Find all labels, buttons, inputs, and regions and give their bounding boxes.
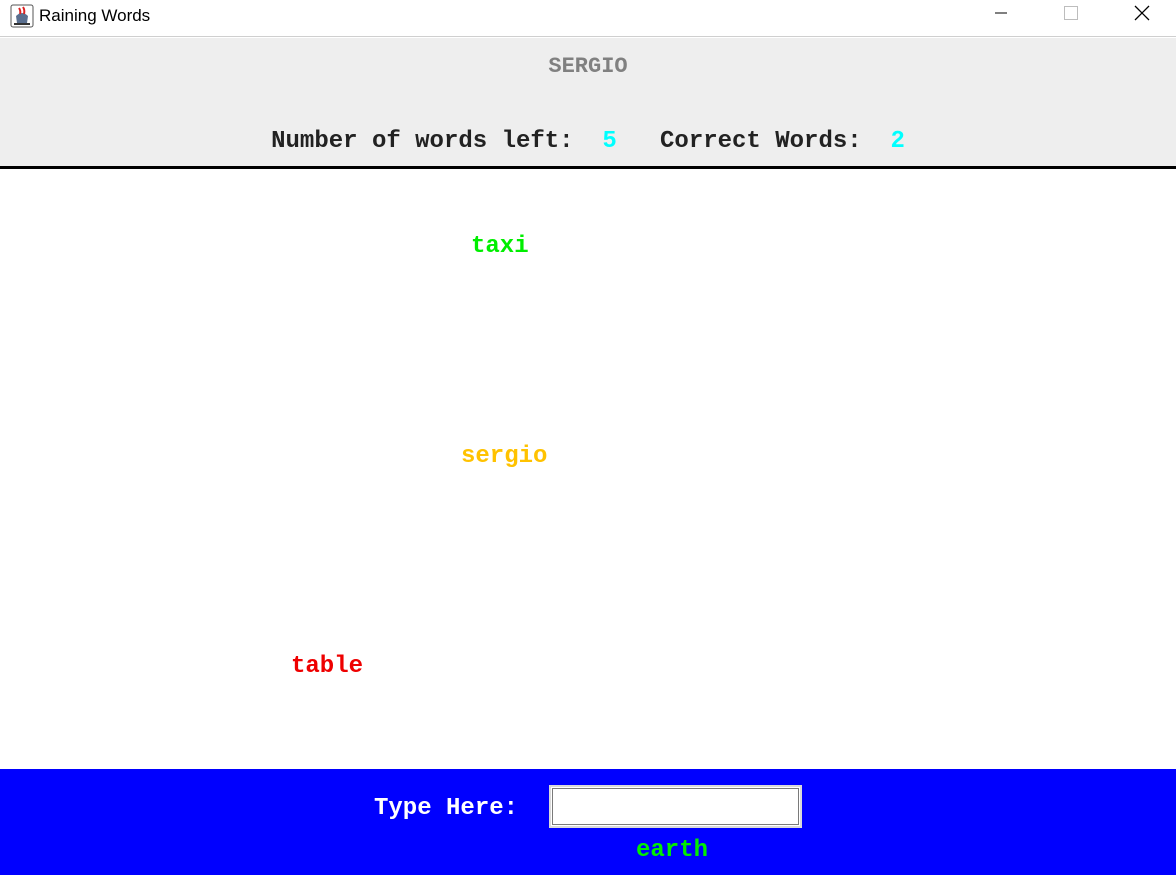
game-window: Raining Words SERGIO Number of words lef… [0, 0, 1176, 875]
score-header: SERGIO Number of words left: 5 Correct W… [0, 38, 1176, 169]
minimize-button[interactable] [978, 0, 1024, 30]
input-bar: Type Here: earth [0, 769, 1176, 875]
stats-line: Number of words left: 5 Correct Words: 2 [0, 127, 1176, 157]
correct-words-value: 2 [890, 128, 905, 155]
minimize-icon [994, 6, 1008, 25]
falling-word: taxi [471, 233, 529, 260]
word-input[interactable] [549, 785, 802, 828]
title-bar[interactable]: Raining Words [0, 0, 1176, 37]
maximize-button[interactable] [1048, 0, 1094, 30]
player-name: SERGIO [548, 54, 628, 79]
falling-word: table [291, 653, 364, 680]
words-left-value: 5 [602, 128, 617, 155]
feedback-word: earth [636, 837, 709, 864]
close-icon [1134, 5, 1150, 26]
maximize-icon [1064, 5, 1078, 25]
java-cup-icon [10, 4, 34, 28]
words-left-label: Number of words left: [271, 128, 574, 155]
play-area: taxi sergio table [0, 169, 1176, 769]
type-here-label: Type Here: [374, 795, 519, 822]
falling-word: sergio [461, 443, 548, 470]
close-button[interactable] [1119, 0, 1165, 30]
correct-words-label: Correct Words: [660, 128, 862, 155]
window-title: Raining Words [39, 6, 151, 25]
